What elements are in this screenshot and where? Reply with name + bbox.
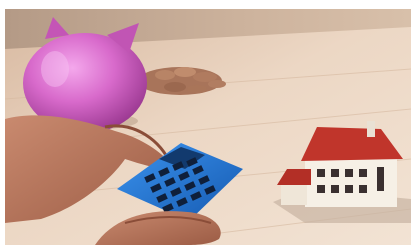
photo-frame bbox=[5, 9, 411, 245]
photo-scene bbox=[5, 9, 411, 245]
